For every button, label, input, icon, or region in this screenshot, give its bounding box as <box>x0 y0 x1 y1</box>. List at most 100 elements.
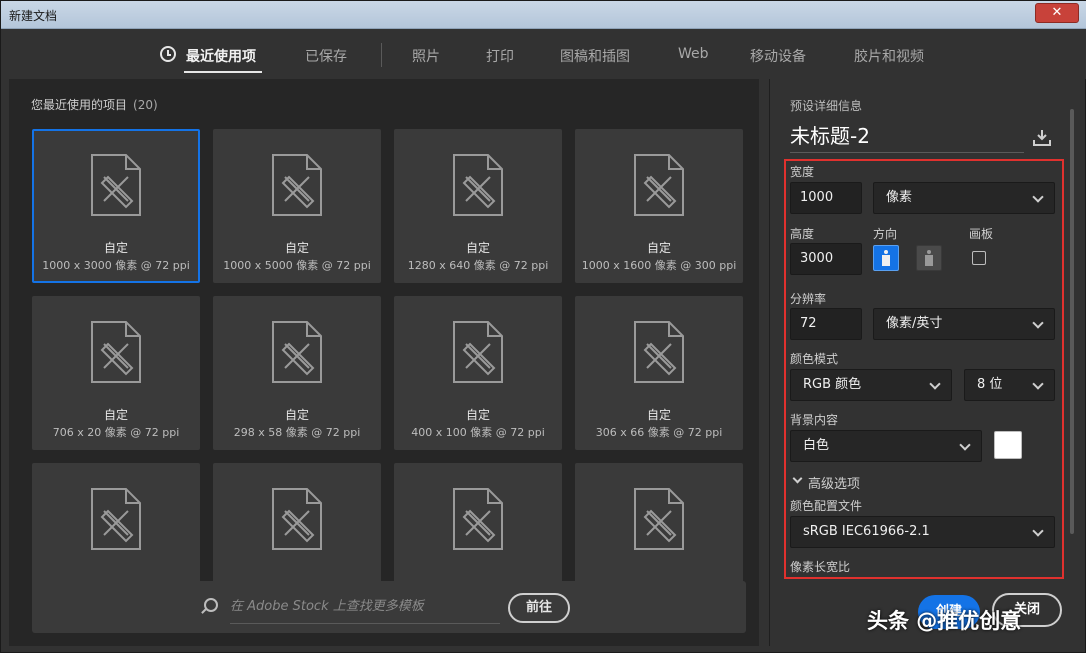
recent-items-count: (20) <box>133 98 158 112</box>
color-profile-value: sRGB IEC61966-2.1 <box>803 524 930 539</box>
preset-card[interactable]: 自定 400 x 100 像素 @ 72 ppi <box>394 296 562 450</box>
color-mode-label: 颜色模式 <box>790 352 839 366</box>
tab-art-illustration[interactable]: 图稿和插图 <box>560 46 630 66</box>
scrollbar-thumb[interactable] <box>1070 109 1074 534</box>
preset-size: 298 x 58 像素 @ 72 ppi <box>233 426 361 439</box>
preset-name: 自定 <box>103 408 128 422</box>
resolution-unit-value: 像素/英寸 <box>886 316 943 331</box>
new-document-dialog: 新建文档 ✕ 最近使用项 已保存 照片 打印 图稿和插图 Web 移动设备 胶片… <box>0 0 1086 653</box>
preset-card[interactable]: 自定 1000 x 3000 像素 @ 72 ppi <box>32 129 200 283</box>
color-profile-dropdown[interactable]: sRGB IEC61966-2.1 <box>790 516 1055 548</box>
color-profile-label: 颜色配置文件 <box>790 499 863 513</box>
color-mode-value: RGB 颜色 <box>803 377 862 392</box>
adobe-stock-bar: 在 Adobe Stock 上查找更多模板 前往 <box>32 581 746 633</box>
window-close-button[interactable]: ✕ <box>1035 3 1079 23</box>
document-icon <box>633 487 685 551</box>
width-label: 宽度 <box>790 165 815 179</box>
preset-size: 306 x 66 像素 @ 72 ppi <box>595 426 723 439</box>
preset-name: 自定 <box>646 408 671 422</box>
tab-recent[interactable]: 最近使用项 <box>186 46 256 66</box>
save-preset-icon[interactable] <box>1032 129 1052 147</box>
document-icon <box>90 320 142 384</box>
preset-card[interactable]: 自定 306 x 66 像素 @ 72 ppi <box>575 296 743 450</box>
recent-items-title: 您最近使用的项目 <box>31 98 128 112</box>
clock-icon <box>160 46 176 62</box>
preset-name: 自定 <box>465 241 490 255</box>
category-tabs: 最近使用项 已保存 照片 打印 图稿和插图 Web 移动设备 胶片和视频 <box>1 29 1086 79</box>
preset-name: 自定 <box>284 408 309 422</box>
resolution-input[interactable]: 72 <box>790 308 862 340</box>
stock-search-input[interactable]: 在 Adobe Stock 上查找更多模板 <box>230 596 500 624</box>
resolution-unit-dropdown[interactable]: 像素/英寸 <box>873 308 1055 340</box>
document-icon <box>271 487 323 551</box>
orientation-label: 方向 <box>873 227 898 241</box>
preset-details-title: 预设详细信息 <box>790 99 863 113</box>
tab-web[interactable]: Web <box>678 46 709 62</box>
advanced-options-toggle[interactable]: 高级选项 <box>808 473 860 492</box>
landscape-icon <box>924 250 934 266</box>
chevron-down-icon <box>1032 525 1044 537</box>
watermark-text: 头条 @推优创意 <box>867 609 1022 633</box>
background-color-swatch[interactable] <box>994 431 1022 459</box>
document-icon <box>633 153 685 217</box>
tab-film-video[interactable]: 胶片和视频 <box>854 46 924 66</box>
preset-card[interactable]: 自定 298 x 58 像素 @ 72 ppi <box>213 296 381 450</box>
width-unit-value: 像素 <box>886 190 913 205</box>
preset-name: 自定 <box>646 241 671 255</box>
tab-print[interactable]: 打印 <box>486 46 514 66</box>
pixel-aspect-label: 像素长宽比 <box>790 560 851 574</box>
preset-size: 706 x 20 像素 @ 72 ppi <box>52 426 180 439</box>
width-input[interactable]: 1000 <box>790 182 862 214</box>
document-name-field[interactable]: 未标题-2 <box>790 121 1024 153</box>
preset-size: 400 x 100 像素 @ 72 ppi <box>411 426 545 439</box>
height-label: 高度 <box>790 227 815 241</box>
preset-size: 1000 x 5000 像素 @ 72 ppi <box>223 259 371 272</box>
artboard-checkbox[interactable] <box>972 251 986 265</box>
chevron-down-icon <box>1032 191 1044 203</box>
document-icon <box>452 153 504 217</box>
resolution-label: 分辨率 <box>790 292 827 306</box>
preset-name: 自定 <box>284 241 309 255</box>
preset-details-panel: 预设详细信息 未标题-2 宽度 1000 像素 高度 3000 方向 画板 分辨… <box>769 79 1079 646</box>
preset-size: 1280 x 640 像素 @ 72 ppi <box>407 259 549 272</box>
chevron-down-icon <box>1032 317 1044 329</box>
artboard-label: 画板 <box>969 227 994 241</box>
document-icon <box>452 320 504 384</box>
tab-photo[interactable]: 照片 <box>412 46 440 66</box>
preset-card[interactable]: 自定 1000 x 5000 像素 @ 72 ppi <box>213 129 381 283</box>
recent-items-header: 您最近使用的项目 (20) <box>31 96 158 113</box>
title-bar: 新建文档 ✕ <box>1 1 1086 29</box>
preset-card[interactable]: 自定 706 x 20 像素 @ 72 ppi <box>32 296 200 450</box>
goto-button[interactable]: 前往 <box>508 593 570 623</box>
bit-depth-dropdown[interactable]: 8 位 <box>964 369 1055 401</box>
preset-size: 1000 x 3000 像素 @ 72 ppi <box>42 259 190 272</box>
tab-saved[interactable]: 已保存 <box>305 46 347 66</box>
color-mode-dropdown[interactable]: RGB 颜色 <box>790 369 952 401</box>
bit-depth-value: 8 位 <box>977 377 1003 392</box>
document-icon <box>271 320 323 384</box>
document-icon <box>90 487 142 551</box>
chevron-down-icon <box>1032 378 1044 390</box>
width-unit-dropdown[interactable]: 像素 <box>873 182 1055 214</box>
preset-size: 1000 x 1600 像素 @ 300 ppi <box>581 259 737 272</box>
background-value: 白色 <box>803 438 830 453</box>
tab-divider <box>381 43 382 67</box>
landscape-orientation-button[interactable] <box>916 245 942 271</box>
background-dropdown[interactable]: 白色 <box>790 430 982 462</box>
height-input[interactable]: 3000 <box>790 243 862 275</box>
preset-name: 自定 <box>465 408 490 422</box>
portrait-icon <box>881 250 891 266</box>
document-icon <box>90 153 142 217</box>
document-icon <box>633 320 685 384</box>
window-title: 新建文档 <box>9 9 58 23</box>
active-tab-underline <box>184 71 262 73</box>
document-icon <box>271 153 323 217</box>
tab-mobile[interactable]: 移动设备 <box>750 46 806 66</box>
document-icon <box>452 487 504 551</box>
preset-card[interactable]: 自定 1000 x 1600 像素 @ 300 ppi <box>575 129 743 283</box>
portrait-orientation-button[interactable] <box>873 245 899 271</box>
recent-items-panel: 您最近使用的项目 (20) 自定 1000 x 3000 像素 @ 72 ppi 自定… <box>9 79 759 646</box>
preset-card[interactable]: 自定 1280 x 640 像素 @ 72 ppi <box>394 129 562 283</box>
chevron-down-icon <box>959 439 971 451</box>
chevron-down-icon <box>929 378 941 390</box>
